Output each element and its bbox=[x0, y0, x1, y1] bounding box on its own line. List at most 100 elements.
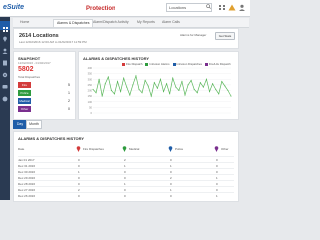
data-point bbox=[129, 94, 131, 96]
other-pin-icon bbox=[214, 146, 219, 152]
history-table-panel: ALARMS & DISPATCHES HISTORY Date Fire Dis… bbox=[13, 131, 239, 202]
snapshot-badge: Fire bbox=[18, 82, 31, 88]
snapshot-row[interactable]: Fire 5 bbox=[18, 82, 70, 88]
data-point bbox=[212, 83, 214, 85]
y-tick-label: 200 bbox=[88, 89, 93, 93]
data-point bbox=[101, 95, 103, 97]
table-cell: 0 bbox=[170, 194, 172, 198]
data-point bbox=[190, 79, 192, 81]
data-point bbox=[166, 83, 168, 85]
day-toggle[interactable]: Day bbox=[13, 120, 27, 129]
month-toggle[interactable]: Month bbox=[26, 120, 42, 129]
column-header[interactable]: Police bbox=[175, 147, 183, 151]
column-header[interactable]: Fire Dispatches bbox=[83, 147, 104, 151]
data-point bbox=[162, 91, 165, 93]
data-point bbox=[135, 75, 137, 77]
alert-icon[interactable] bbox=[228, 4, 236, 11]
snapshot-badge: Medical bbox=[18, 98, 31, 104]
y-tick-label: 150 bbox=[88, 94, 93, 98]
chart-title: ALARMS & DISPATCHES HISTORY bbox=[83, 56, 150, 61]
data-point bbox=[132, 84, 134, 86]
grid-icon[interactable] bbox=[218, 4, 226, 11]
series-line bbox=[92, 74, 232, 98]
table-row[interactable]: Dec 26 2016 0 0 0 1 bbox=[18, 192, 234, 199]
data-point bbox=[196, 92, 198, 94]
snapshot-badge: Other bbox=[18, 106, 31, 112]
page-title: 2614 Locations bbox=[19, 33, 59, 39]
user-icon[interactable] bbox=[238, 4, 246, 11]
data-point bbox=[230, 95, 232, 97]
data-point bbox=[181, 80, 183, 83]
cog-icon[interactable] bbox=[2, 72, 8, 78]
pin-icon[interactable] bbox=[2, 36, 8, 42]
data-point bbox=[120, 91, 122, 93]
data-point bbox=[215, 88, 217, 90]
table-cell: 0 bbox=[124, 194, 126, 198]
data-point bbox=[116, 80, 119, 83]
get-stats-button[interactable]: Get Stats bbox=[215, 32, 235, 40]
data-point bbox=[95, 92, 97, 94]
tab-alarm-dispatch-activity[interactable]: Alarm/Dispatch Activity bbox=[90, 19, 132, 26]
snapshot-value: 0 bbox=[68, 107, 70, 111]
y-tick-label: 100 bbox=[88, 100, 93, 104]
snapshot-panel: SNAPSHOT 12/02/2016 - 01/02/2017 5802 To… bbox=[13, 51, 76, 120]
data-point bbox=[193, 88, 195, 90]
data-point bbox=[156, 87, 158, 89]
table-cell: 1 bbox=[216, 194, 218, 198]
snapshot-value: 1 bbox=[68, 91, 70, 95]
data-point bbox=[202, 86, 204, 88]
fire-pin-icon bbox=[76, 146, 81, 152]
column-header[interactable]: Other bbox=[221, 147, 229, 151]
data-point bbox=[141, 92, 143, 94]
table-title: ALARMS & DISPATCHES HISTORY bbox=[18, 136, 85, 141]
data-point bbox=[138, 88, 140, 90]
user-icon[interactable] bbox=[2, 48, 8, 54]
data-point bbox=[150, 95, 152, 97]
snapshot-date: 12/02/2016 - 01/02/2017 bbox=[18, 61, 51, 65]
police-pin-icon bbox=[168, 146, 173, 152]
data-point bbox=[98, 78, 100, 80]
page-header: 2614 Locations Last 12/02/2016 12:00 AM … bbox=[13, 28, 239, 49]
tab-home[interactable]: Home bbox=[17, 19, 32, 26]
y-tick-label: 250 bbox=[88, 83, 93, 87]
snapshot-value: 5 bbox=[68, 83, 70, 87]
tab-my-reports[interactable]: My Reports bbox=[134, 19, 158, 26]
data-point bbox=[184, 94, 186, 96]
sidebar bbox=[0, 17, 10, 200]
tab-alarm-calls[interactable]: Alarm Calls bbox=[159, 19, 183, 26]
y-tick-label: 350 bbox=[88, 72, 93, 76]
snapshot-row[interactable]: Police 1 bbox=[18, 90, 70, 96]
date-range: Last 12/02/2016 12:00 AM to 01/02/2017 1… bbox=[19, 40, 87, 44]
column-header[interactable]: Date bbox=[18, 147, 24, 151]
data-point bbox=[147, 85, 149, 87]
tab-alarms-dispatches[interactable]: Alarms & Dispatches bbox=[53, 19, 94, 27]
snapshot-row[interactable]: Medical 2 bbox=[18, 98, 70, 104]
data-point bbox=[178, 89, 180, 92]
table-cell: 0 bbox=[78, 194, 80, 198]
file-icon[interactable] bbox=[2, 60, 8, 66]
grid-icon bbox=[3, 27, 8, 32]
data-point bbox=[227, 89, 229, 92]
snapshot-badge: Police bbox=[18, 90, 31, 96]
data-point bbox=[187, 84, 189, 86]
data-point bbox=[113, 93, 116, 95]
y-tick-label: 50 bbox=[89, 105, 92, 109]
help-icon[interactable] bbox=[2, 96, 8, 102]
brand-logo[interactable]: eSuite bbox=[3, 4, 24, 11]
total-dispatches-value: 5802 bbox=[18, 66, 34, 73]
data-point bbox=[153, 82, 155, 84]
svg-text:Protection: Protection bbox=[86, 6, 115, 12]
table-cell: Dec 26 2016 bbox=[18, 194, 36, 198]
y-tick-label: 0 bbox=[91, 111, 93, 115]
data-point bbox=[107, 76, 109, 78]
data-point bbox=[224, 85, 226, 87]
data-point bbox=[159, 78, 162, 80]
data-point bbox=[126, 86, 128, 88]
snapshot-row[interactable]: Other 0 bbox=[18, 106, 70, 112]
column-header[interactable]: Medical bbox=[129, 147, 139, 151]
data-point bbox=[144, 79, 146, 81]
search-icon[interactable] bbox=[206, 4, 211, 9]
chat-icon[interactable] bbox=[2, 84, 8, 90]
sidebar-item-dashboard[interactable] bbox=[0, 21, 10, 32]
data-point bbox=[199, 82, 201, 84]
